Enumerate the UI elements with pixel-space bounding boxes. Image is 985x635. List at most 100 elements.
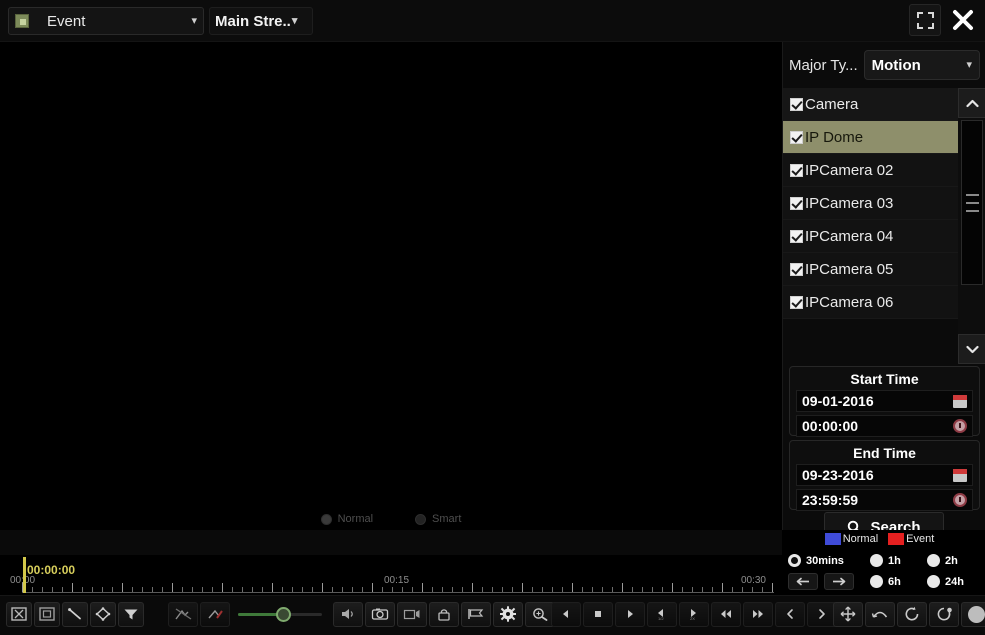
- forward-button[interactable]: [743, 601, 773, 627]
- ptz-move-button[interactable]: [833, 601, 863, 627]
- partial-loop-button[interactable]: [929, 601, 959, 627]
- zoom-level-label: 24h: [945, 575, 964, 588]
- reverse-play-button[interactable]: [551, 601, 581, 627]
- draw-area-button[interactable]: [6, 601, 32, 627]
- end-time-field[interactable]: 23:59:59: [796, 489, 973, 511]
- draw-line-button[interactable]: [62, 601, 88, 627]
- search-zone: Search: [783, 512, 985, 543]
- smart-search-on-button[interactable]: [200, 601, 230, 627]
- zoom-level-label: 6h: [888, 575, 901, 588]
- stream-type-dropdown[interactable]: Main Stre.. ▾: [209, 7, 313, 35]
- camera-list-item-2[interactable]: IPCamera 02: [783, 154, 958, 187]
- zoom-level-30mins[interactable]: 30mins: [788, 554, 870, 567]
- camera-list-header[interactable]: Camera: [783, 88, 958, 121]
- lock-button[interactable]: [429, 601, 459, 627]
- toolbar-draw-group: [6, 600, 146, 628]
- scroll-up-button[interactable]: [958, 88, 985, 118]
- settings-button[interactable]: [493, 601, 523, 627]
- zoom-level-6h[interactable]: 6h: [870, 575, 927, 588]
- clock-icon[interactable]: [953, 493, 967, 507]
- camera-list-item-ip-dome[interactable]: IP Dome: [783, 121, 958, 154]
- loop-button[interactable]: [897, 601, 927, 627]
- checkbox-icon[interactable]: [790, 196, 803, 210]
- play-button[interactable]: [615, 601, 645, 627]
- video-display-area[interactable]: Normal Smart: [0, 42, 782, 530]
- checkbox-icon[interactable]: [790, 130, 803, 144]
- volume-slider[interactable]: [238, 602, 322, 627]
- undo-button[interactable]: [865, 601, 895, 627]
- view-mode-normal[interactable]: Normal: [320, 513, 373, 525]
- camera-list-scrollbar[interactable]: [958, 88, 985, 364]
- nvr-playback-window: Event ▾ Main Stre.. ▾ Normal Smart 00:15…: [0, 0, 985, 635]
- filter-button[interactable]: [118, 601, 144, 627]
- checkbox-icon[interactable]: [790, 163, 803, 177]
- calendar-icon[interactable]: [953, 468, 967, 482]
- zoom-level-2h[interactable]: 2h: [927, 554, 983, 567]
- camera-list-item-3[interactable]: IPCamera 03: [783, 187, 958, 220]
- record-button[interactable]: [961, 601, 985, 627]
- event-type-icon: [15, 14, 29, 28]
- end-date-field[interactable]: 09-23-2016: [796, 464, 973, 486]
- scrollbar-trough[interactable]: [958, 118, 985, 334]
- play-icon: [628, 610, 633, 618]
- toolbar-ptz-group: [833, 600, 985, 628]
- move-icon: [840, 606, 856, 622]
- camera-list-item-4[interactable]: IPCamera 04: [783, 220, 958, 253]
- previous-file-button[interactable]: [775, 601, 805, 627]
- scroll-down-button[interactable]: [958, 334, 985, 364]
- timeline-prev-button[interactable]: [788, 573, 818, 590]
- close-button[interactable]: [947, 4, 979, 36]
- timeline-area[interactable]: 00:00 00:15 00:30 00:00:00: [0, 555, 782, 595]
- chevron-right-icon: [819, 609, 825, 619]
- stop-button[interactable]: [583, 601, 613, 627]
- legend-swatch-normal: [824, 533, 841, 545]
- camera-list-item-6[interactable]: IPCamera 06: [783, 286, 958, 319]
- checkbox-icon[interactable]: [790, 295, 803, 309]
- loop-icon: [905, 606, 919, 621]
- checkbox-icon[interactable]: [790, 262, 803, 276]
- timeline-next-button[interactable]: [824, 573, 854, 590]
- clock-icon[interactable]: [953, 419, 967, 433]
- start-time-group: Start Time 09-01-2016 00:00:00: [789, 366, 980, 437]
- volume-knob[interactable]: [276, 606, 291, 622]
- legend-label-normal: Normal: [842, 533, 879, 545]
- event-type-dropdown[interactable]: Event ▾: [8, 7, 204, 35]
- start-date-field[interactable]: 09-01-2016: [796, 390, 973, 412]
- zoom-level-label: 2h: [945, 554, 958, 567]
- timeline-nav-buttons: [788, 573, 870, 590]
- close-icon: [953, 10, 973, 30]
- rewind-button[interactable]: [711, 601, 741, 627]
- draw-quad-button[interactable]: [90, 601, 116, 627]
- snapshot-button[interactable]: [365, 601, 395, 627]
- clip-button[interactable]: [397, 601, 427, 627]
- clear-area-button[interactable]: [34, 601, 60, 627]
- window-buttons: [909, 4, 979, 36]
- fast-forward-button[interactable]: 2X: [679, 601, 709, 627]
- camera-list[interactable]: Camera IP Dome IPCamera 02 IPCamera 03 I…: [783, 88, 958, 364]
- event-type-value: Event: [47, 12, 86, 30]
- slow-forward-button[interactable]: 1/2: [647, 601, 677, 627]
- major-type-row: Major Ty... Motion ▾: [783, 42, 985, 88]
- start-time-field[interactable]: 00:00:00: [796, 415, 973, 437]
- lock-icon: [438, 609, 450, 621]
- tag-button[interactable]: [461, 601, 491, 627]
- grip-line: [965, 193, 979, 196]
- quad-icon: [95, 607, 111, 621]
- fullscreen-button[interactable]: [909, 4, 941, 36]
- scrollbar-thumb[interactable]: [961, 120, 983, 285]
- major-type-dropdown[interactable]: Motion ▾: [863, 50, 980, 80]
- checkbox-icon[interactable]: [790, 97, 803, 111]
- zoom-level-1h[interactable]: 1h: [870, 554, 927, 567]
- audio-button[interactable]: [333, 601, 363, 627]
- smart-search-off-button[interactable]: [168, 601, 198, 627]
- timeline-track[interactable]: 00:00 00:15 00:30 00:00:00: [10, 557, 774, 593]
- camera-list-item-5[interactable]: IPCamera 05: [783, 253, 958, 286]
- checkbox-icon[interactable]: [790, 229, 803, 243]
- chevron-left-icon: [787, 609, 793, 619]
- zoom-level-24h[interactable]: 24h: [927, 575, 983, 588]
- end-time-title: End Time: [853, 445, 916, 461]
- calendar-icon[interactable]: [953, 394, 967, 408]
- timeline-playhead[interactable]: [23, 557, 26, 593]
- zoom-level-label: 1h: [888, 554, 901, 567]
- view-mode-smart[interactable]: Smart: [415, 513, 461, 525]
